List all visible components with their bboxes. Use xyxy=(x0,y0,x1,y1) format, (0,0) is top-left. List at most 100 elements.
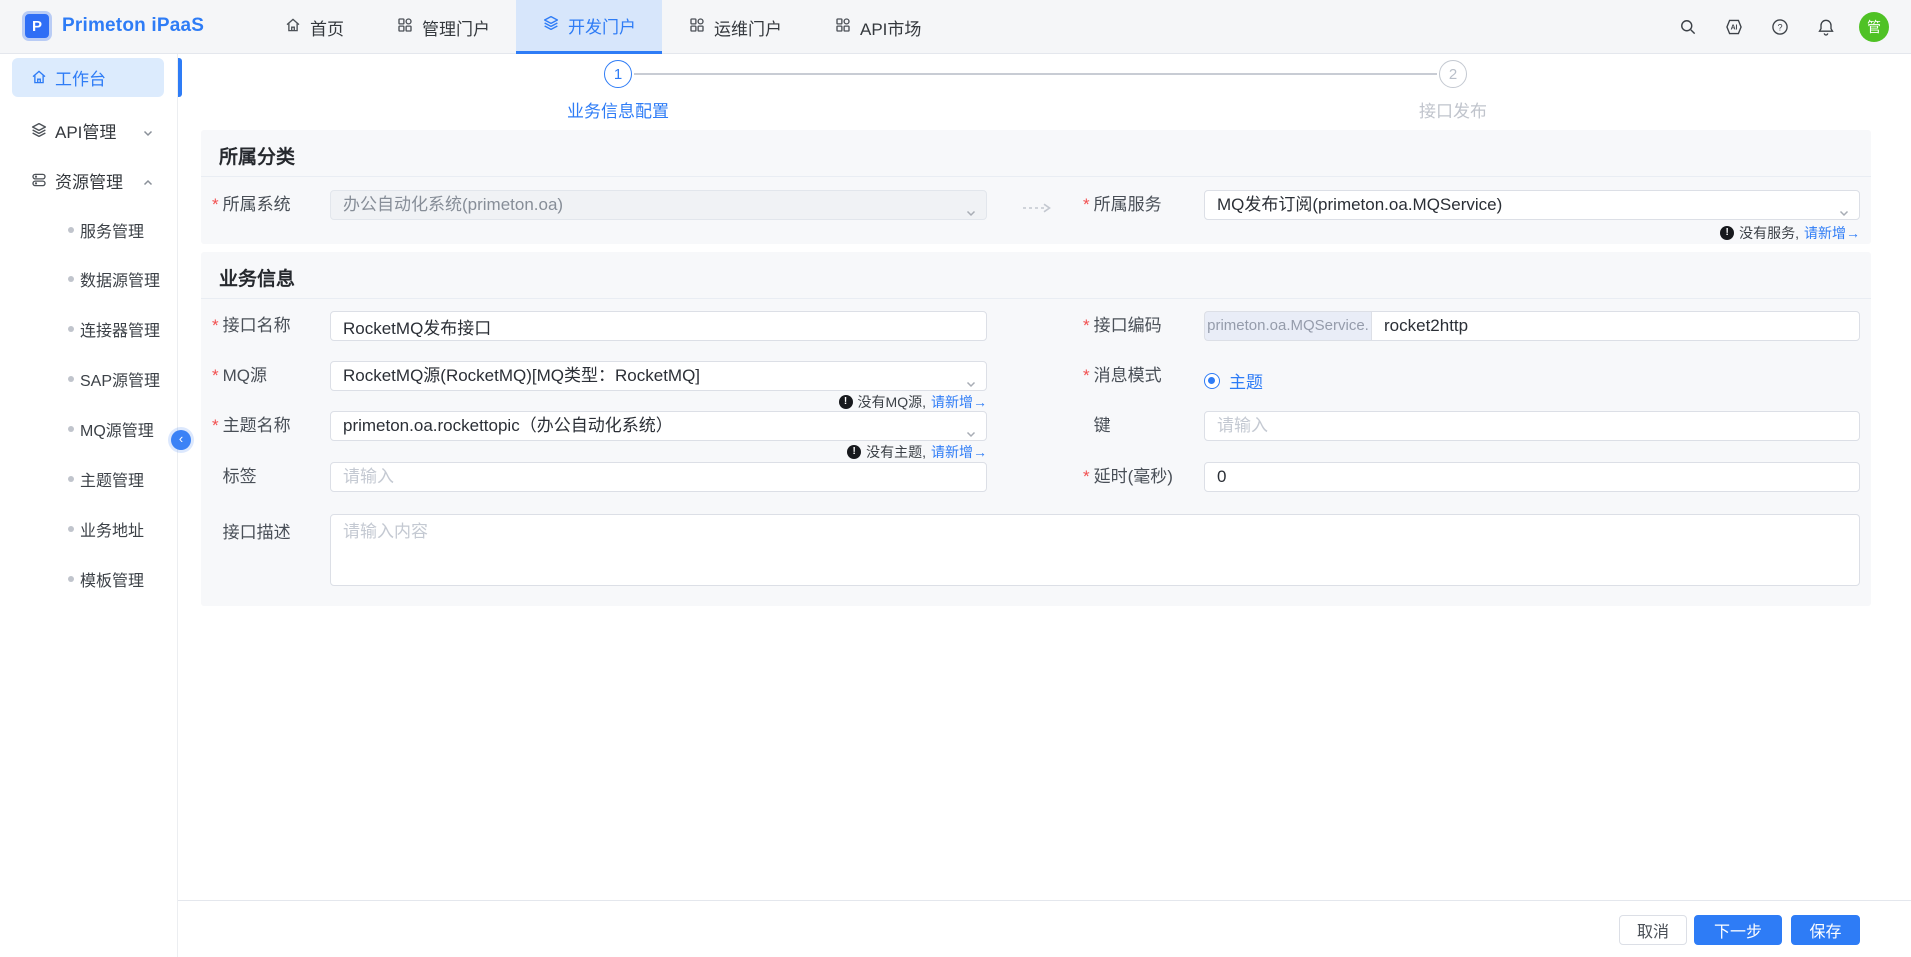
add-topic-link[interactable]: 请新增→ xyxy=(931,442,987,462)
grid-icon xyxy=(834,16,852,39)
next-step-button[interactable]: 下一步 xyxy=(1694,915,1782,945)
message-mode-label: *消息模式 xyxy=(1083,361,1162,391)
sidebar-item-api-mgmt[interactable]: API管理 xyxy=(0,115,178,145)
sidebar-item-mq-source-mgmt[interactable]: MQ源管理 xyxy=(0,414,178,444)
bullet-icon xyxy=(68,426,74,432)
sidebar-item-label: 主题管理 xyxy=(80,467,144,491)
no-topic-hint: 没有主题,请新增→ xyxy=(847,443,987,461)
info-icon xyxy=(1720,226,1734,240)
sidebar-item-label: 资源管理 xyxy=(55,168,123,193)
section-title: 业务信息 xyxy=(219,264,295,291)
save-button[interactable]: 保存 xyxy=(1791,915,1860,945)
help-icon[interactable]: ? xyxy=(1767,14,1793,40)
bullet-icon xyxy=(68,526,74,532)
interface-name-input[interactable] xyxy=(330,311,987,341)
nav-item-home[interactable]: 首页 xyxy=(258,0,370,54)
top-navbar: P Primeton iPaaS 首页 管理门户 开发门户 运维门户 API市场… xyxy=(0,0,1911,54)
primary-nav: 首页 管理门户 开发门户 运维门户 API市场 xyxy=(258,0,947,54)
bullet-icon xyxy=(68,276,74,282)
user-avatar[interactable]: 管 xyxy=(1859,12,1889,42)
chevron-down-icon xyxy=(965,371,977,391)
sidebar-item-sap-source-mgmt[interactable]: SAP源管理 xyxy=(0,364,178,394)
interface-name-label: *接口名称 xyxy=(212,311,291,341)
key-label: *键 xyxy=(1083,411,1111,441)
chevron-down-icon xyxy=(142,124,154,144)
chevron-down-icon xyxy=(965,421,977,441)
sidebar-item-label: 数据源管理 xyxy=(80,267,160,291)
required-asterisk: * xyxy=(212,416,219,435)
mq-source-select[interactable]: RocketMQ源(RocketMQ)[MQ类型：RocketMQ] xyxy=(330,361,987,391)
navbar-actions: AI ? 管 xyxy=(1675,0,1889,54)
sidebar-item-resource-mgmt[interactable]: 资源管理 xyxy=(0,165,178,195)
layers-icon xyxy=(542,14,560,37)
step-2-circle: 2 xyxy=(1439,60,1467,88)
chevron-down-icon xyxy=(1838,200,1850,220)
required-asterisk: * xyxy=(212,316,219,335)
required-asterisk: * xyxy=(212,366,219,385)
bullet-icon xyxy=(68,476,74,482)
step-1-label: 业务信息配置 xyxy=(518,97,718,122)
system-field-label: *所属系统 xyxy=(212,190,291,220)
chevron-up-icon xyxy=(142,174,154,194)
message-mode-radio-topic[interactable]: 主题 xyxy=(1204,368,1263,393)
bullet-icon xyxy=(68,576,74,582)
description-textarea[interactable] xyxy=(330,514,1860,586)
sidebar-item-connector-mgmt[interactable]: 连接器管理 xyxy=(0,314,178,344)
required-asterisk: * xyxy=(1083,366,1090,385)
cancel-button[interactable]: 取消 xyxy=(1619,915,1687,945)
nav-item-api-market[interactable]: API市场 xyxy=(808,0,947,54)
system-select[interactable]: 办公自动化系统(primeton.oa) xyxy=(330,190,987,220)
service-select[interactable]: MQ发布订阅(primeton.oa.MQService) xyxy=(1204,190,1860,220)
home-icon xyxy=(284,16,302,39)
sidebar-item-business-address[interactable]: 业务地址 xyxy=(0,514,178,544)
topic-name-select[interactable]: primeton.oa.rockettopic（办公自动化系统） xyxy=(330,411,987,441)
nav-item-dev-portal[interactable]: 开发门户 xyxy=(516,0,662,54)
svg-text:AI: AI xyxy=(1731,25,1738,32)
category-section: 所属分类 *所属系统 办公自动化系统(primeton.oa) *所属服务 MQ… xyxy=(201,130,1871,244)
interface-code-label: *接口编码 xyxy=(1083,311,1162,341)
nav-item-label: API市场 xyxy=(860,15,921,40)
tag-input[interactable] xyxy=(330,462,987,492)
required-asterisk: * xyxy=(212,195,219,214)
sidebar-collapse-button[interactable]: ‹ xyxy=(171,430,191,450)
sidebar-item-label: SAP源管理 xyxy=(80,367,160,391)
mq-source-label: *MQ源 xyxy=(212,361,267,391)
search-icon[interactable] xyxy=(1675,14,1701,40)
info-icon xyxy=(847,445,861,459)
add-mq-source-link[interactable]: 请新增→ xyxy=(931,392,987,412)
nav-item-ops-portal[interactable]: 运维门户 xyxy=(662,0,808,54)
divider xyxy=(201,298,1871,299)
sidebar-item-workbench[interactable]: 工作台 xyxy=(12,58,164,97)
bullet-icon xyxy=(68,376,74,382)
tag-label: *标签 xyxy=(212,462,257,492)
nav-item-admin-portal[interactable]: 管理门户 xyxy=(370,0,516,54)
sidebar-item-datasource-mgmt[interactable]: 数据源管理 xyxy=(0,264,178,294)
delay-input[interactable] xyxy=(1204,462,1860,492)
add-service-link[interactable]: 请新增→ xyxy=(1804,223,1860,243)
nav-item-label: 开发门户 xyxy=(568,13,636,38)
step-connector-line xyxy=(634,73,1437,75)
app-title: Primeton iPaaS xyxy=(62,15,204,37)
business-section: 业务信息 *接口名称 *接口编码 primeton.oa.MQService. … xyxy=(201,252,1871,606)
no-mq-source-hint: 没有MQ源,请新增→ xyxy=(839,393,987,411)
notification-bell-icon[interactable] xyxy=(1813,14,1839,40)
sidebar-item-service-mgmt[interactable]: 服务管理 xyxy=(0,215,178,245)
topic-name-label: *主题名称 xyxy=(212,411,291,441)
required-asterisk: * xyxy=(1083,195,1090,214)
dashed-arrow-icon xyxy=(1021,199,1053,219)
ai-assistant-icon[interactable]: AI xyxy=(1721,14,1747,40)
radio-label: 主题 xyxy=(1229,368,1263,393)
sidebar-item-topic-mgmt[interactable]: 主题管理 xyxy=(0,464,178,494)
delay-label: *延时(毫秒) xyxy=(1083,462,1173,492)
interface-code-prefix: primeton.oa.MQService. xyxy=(1204,311,1371,341)
main-content: 1 业务信息配置 2 接口发布 所属分类 *所属系统 办公自动化系统(prime… xyxy=(178,54,1911,957)
step-2-label: 接口发布 xyxy=(1353,97,1553,122)
sidebar-item-label: API管理 xyxy=(55,118,116,143)
bullet-icon xyxy=(68,227,74,233)
grid-icon xyxy=(688,16,706,39)
workbench-home-icon xyxy=(30,68,48,91)
interface-code-input[interactable] xyxy=(1371,311,1860,341)
sidebar-item-template-mgmt[interactable]: 模板管理 xyxy=(0,564,178,594)
required-asterisk: * xyxy=(1083,467,1090,486)
key-input[interactable] xyxy=(1204,411,1860,441)
